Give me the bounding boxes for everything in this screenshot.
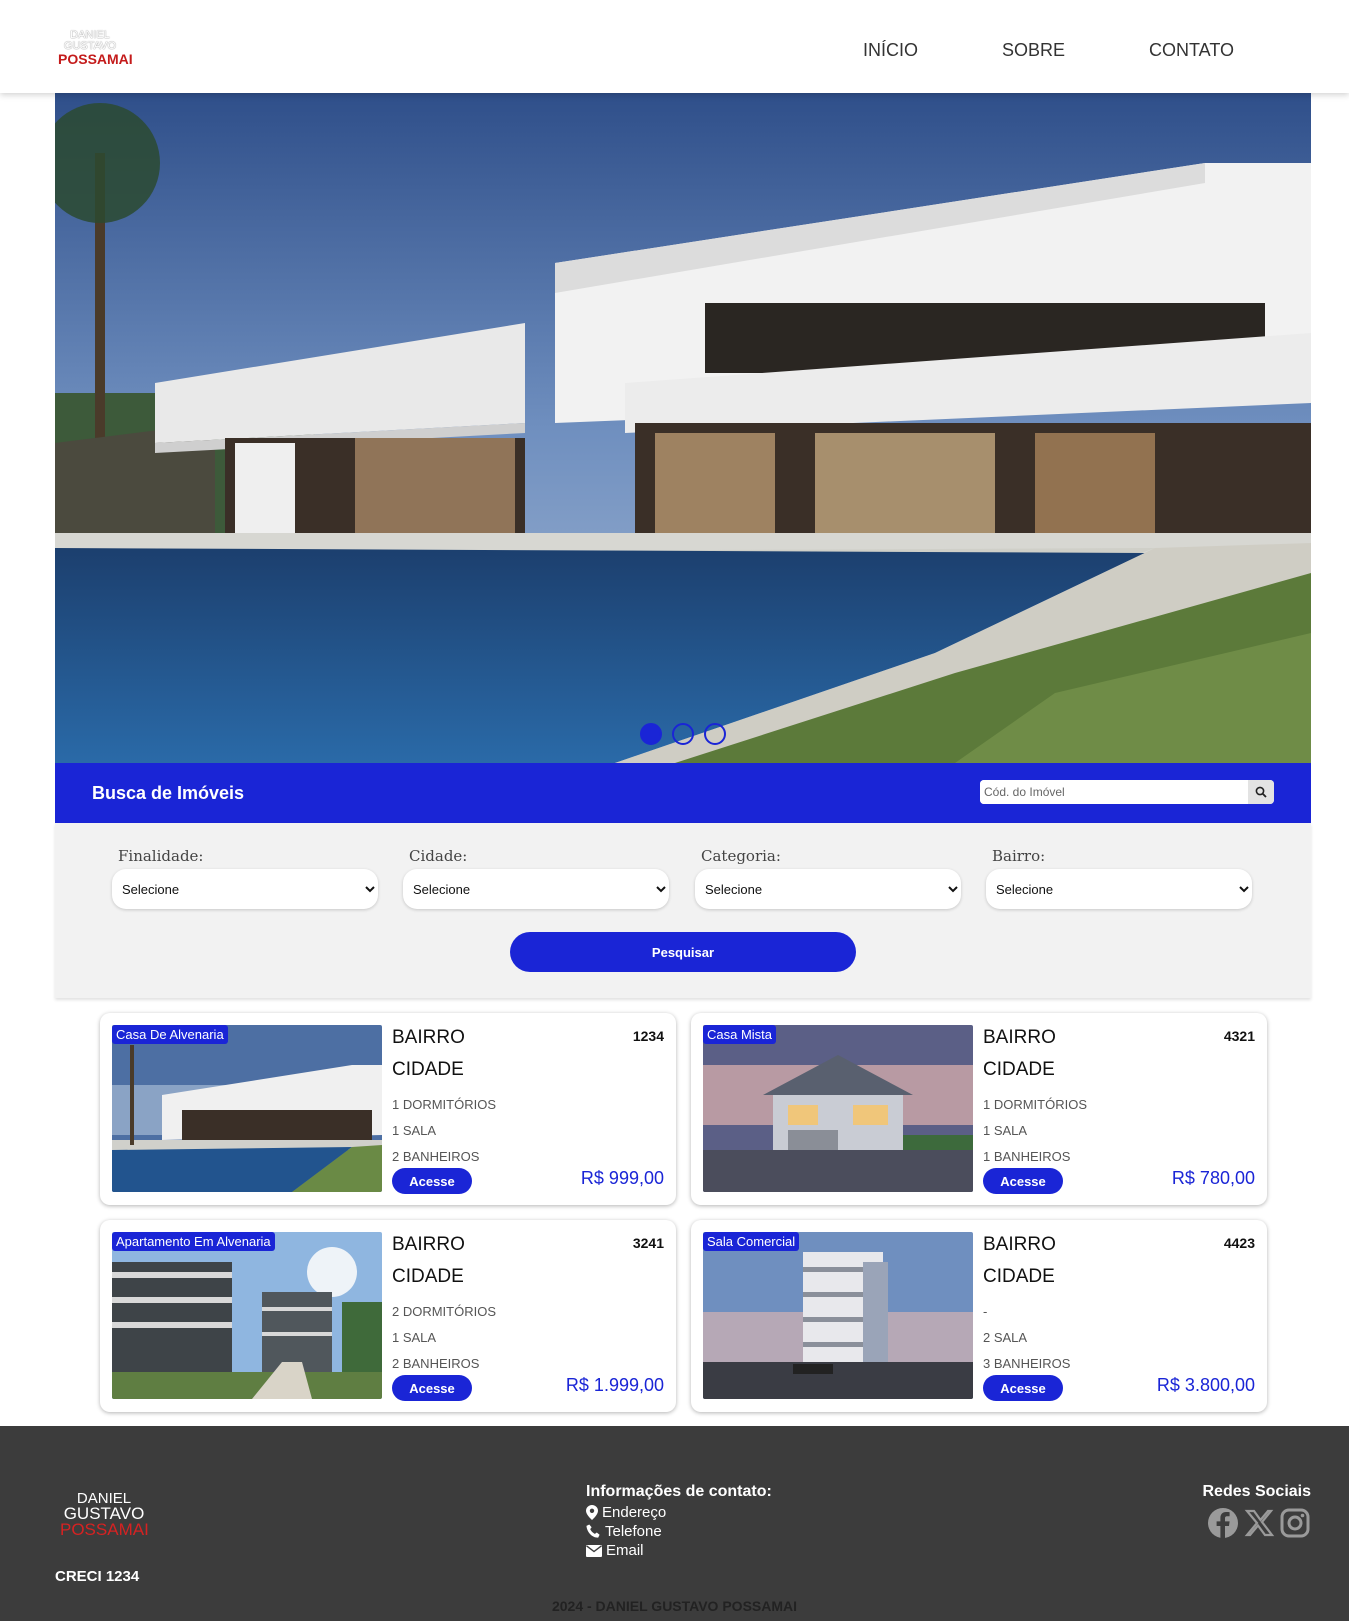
listing-banheiros: 2 BANHEIROS bbox=[392, 1149, 480, 1164]
listing-category-badge: Casa Mista bbox=[703, 1025, 777, 1044]
code-search-button[interactable] bbox=[1248, 780, 1274, 804]
site-footer: DANIEL GUSTAVO POSSAMAI CRECI 1234 Infor… bbox=[0, 1426, 1349, 1621]
copyright: 2024 - DANIEL GUSTAVO POSSAMAI bbox=[551, 1598, 798, 1614]
code-search-box bbox=[980, 780, 1274, 804]
contact-email[interactable]: Email bbox=[586, 1541, 772, 1560]
instagram-icon[interactable] bbox=[1279, 1507, 1311, 1539]
nav-contato[interactable]: CONTATO bbox=[1149, 40, 1234, 61]
facebook-icon[interactable] bbox=[1207, 1507, 1239, 1539]
listing-image[interactable] bbox=[703, 1025, 973, 1192]
logo-line-3: POSSAMAI bbox=[58, 51, 133, 67]
listing-bairro: BAIRRO bbox=[983, 1234, 1056, 1255]
hero-image bbox=[55, 93, 1311, 763]
filter-categoria-select[interactable]: Selecione bbox=[695, 869, 961, 909]
filter-cidade-select[interactable]: Selecione bbox=[403, 869, 669, 909]
carousel-dot-3[interactable] bbox=[704, 723, 726, 745]
listing-dormitorios: 1 DORMITÓRIOS bbox=[392, 1097, 497, 1112]
search-icon bbox=[1255, 786, 1267, 798]
filter-bairro-label: Bairro: bbox=[992, 847, 1046, 865]
social-icons bbox=[1203, 1507, 1312, 1539]
search-filters: Finalidade: Selecione Cidade: Selecione … bbox=[55, 823, 1311, 998]
listing-cidade: CIDADE bbox=[392, 1059, 464, 1080]
listing-card[interactable]: Casa De Alvenaria BAIRRO 1234 CIDADE 1 D… bbox=[100, 1013, 676, 1205]
filter-finalidade-label: Finalidade: bbox=[118, 847, 204, 865]
listing-salas: 1 SALA bbox=[392, 1123, 437, 1138]
listing-dormitorios: - bbox=[983, 1304, 988, 1319]
listing-cidade: CIDADE bbox=[983, 1059, 1055, 1080]
contact-phone[interactable]: Telefone bbox=[586, 1522, 772, 1541]
filter-cidade-label: Cidade: bbox=[409, 847, 468, 865]
x-icon[interactable] bbox=[1243, 1507, 1275, 1539]
listing-banheiros: 1 BANHEIROS bbox=[983, 1149, 1071, 1164]
listing-dormitorios: 2 DORMITÓRIOS bbox=[392, 1304, 497, 1319]
code-search-input[interactable] bbox=[980, 780, 1248, 804]
filter-bairro: Bairro: Selecione bbox=[986, 847, 1252, 909]
nav-sobre[interactable]: SOBRE bbox=[1002, 40, 1065, 61]
filter-finalidade-select[interactable]: Selecione bbox=[112, 869, 378, 909]
filter-finalidade: Finalidade: Selecione bbox=[112, 847, 378, 909]
listing-image[interactable] bbox=[112, 1232, 382, 1399]
contact-email-label: Email bbox=[606, 1542, 644, 1559]
listing-access-button[interactable]: Acesse bbox=[392, 1168, 472, 1194]
contact-address[interactable]: Endereço bbox=[586, 1503, 772, 1522]
carousel-dot-2[interactable] bbox=[672, 723, 694, 745]
site-header: DANIEL GUSTAVO POSSAMAI INÍCIO SOBRE CON… bbox=[0, 0, 1349, 93]
nav-inicio[interactable]: INÍCIO bbox=[863, 40, 918, 61]
listing-access-button[interactable]: Acesse bbox=[983, 1168, 1063, 1194]
listing-code: 4321 bbox=[1223, 1028, 1255, 1044]
main-nav: INÍCIO SOBRE CONTATO bbox=[863, 40, 1234, 61]
listing-access-button[interactable]: Acesse bbox=[392, 1375, 472, 1401]
listing-salas: 1 SALA bbox=[392, 1330, 437, 1345]
listing-code: 1234 bbox=[632, 1028, 664, 1044]
contact-phone-label: Telefone bbox=[605, 1523, 662, 1540]
listing-code: 4423 bbox=[1223, 1235, 1255, 1251]
search-title: Busca de Imóveis bbox=[92, 783, 245, 803]
site-logo[interactable]: DANIEL GUSTAVO POSSAMAI bbox=[58, 30, 133, 70]
contact-info: Informações de contato: Endereço Telefon… bbox=[586, 1483, 772, 1560]
listing-cidade: CIDADE bbox=[983, 1266, 1055, 1287]
listing-price: R$ 1.999,00 bbox=[565, 1375, 664, 1395]
footer-logo-line-3: POSSAMAI bbox=[60, 1520, 149, 1540]
contact-address-label: Endereço bbox=[602, 1504, 667, 1521]
map-pin-icon bbox=[586, 1505, 598, 1520]
listing-banheiros: 3 BANHEIROS bbox=[983, 1356, 1071, 1371]
listing-bairro: BAIRRO bbox=[983, 1027, 1056, 1048]
listing-banheiros: 2 BANHEIROS bbox=[392, 1356, 480, 1371]
listing-bairro: BAIRRO bbox=[392, 1234, 465, 1255]
social-title: Redes Sociais bbox=[1202, 1483, 1312, 1500]
listing-cidade: CIDADE bbox=[392, 1266, 464, 1287]
listing-price: R$ 999,00 bbox=[580, 1168, 664, 1188]
listing-price: R$ 780,00 bbox=[1171, 1168, 1255, 1188]
envelope-icon bbox=[586, 1544, 602, 1557]
contact-title: Informações de contato: bbox=[586, 1483, 772, 1500]
hero-carousel bbox=[55, 93, 1311, 763]
listing-card[interactable]: Apartamento Em Alvenaria BAIRRO 3241 CID… bbox=[100, 1220, 676, 1412]
footer-logo[interactable]: DANIEL GUSTAVO POSSAMAI bbox=[60, 1491, 149, 1540]
listing-dormitorios: 1 DORMITÓRIOS bbox=[983, 1097, 1088, 1112]
filter-bairro-select[interactable]: Selecione bbox=[986, 869, 1252, 909]
filter-categoria-label: Categoria: bbox=[701, 847, 781, 865]
filter-categoria: Categoria: Selecione bbox=[695, 847, 961, 909]
social-links: Redes Sociais bbox=[1202, 1483, 1312, 1539]
search-header: Busca de Imóveis bbox=[55, 763, 1311, 837]
search-button[interactable]: Pesquisar bbox=[510, 932, 856, 972]
listing-category-badge: Casa De Alvenaria bbox=[112, 1025, 228, 1044]
listing-salas: 2 SALA bbox=[983, 1330, 1028, 1345]
carousel-dot-1[interactable] bbox=[640, 723, 662, 745]
listing-salas: 1 SALA bbox=[983, 1123, 1028, 1138]
listing-code: 3241 bbox=[632, 1235, 664, 1251]
listing-image[interactable] bbox=[112, 1025, 382, 1192]
creci-number: CRECI 1234 bbox=[55, 1568, 140, 1585]
listing-category-badge: Sala Comercial bbox=[703, 1232, 800, 1251]
listing-access-button[interactable]: Acesse bbox=[983, 1375, 1063, 1401]
phone-icon bbox=[586, 1524, 600, 1538]
listing-card[interactable]: Sala Comercial BAIRRO 4423 CIDADE - 2 SA… bbox=[691, 1220, 1267, 1412]
carousel-dots bbox=[640, 723, 726, 745]
listing-bairro: BAIRRO bbox=[392, 1027, 465, 1048]
listing-category-badge: Apartamento Em Alvenaria bbox=[112, 1232, 275, 1251]
listing-card[interactable]: Casa Mista BAIRRO 4321 CIDADE 1 DORMITÓR… bbox=[691, 1013, 1267, 1205]
listing-image[interactable] bbox=[703, 1232, 973, 1399]
listing-price: R$ 3.800,00 bbox=[1156, 1375, 1255, 1395]
filter-cidade: Cidade: Selecione bbox=[403, 847, 669, 909]
